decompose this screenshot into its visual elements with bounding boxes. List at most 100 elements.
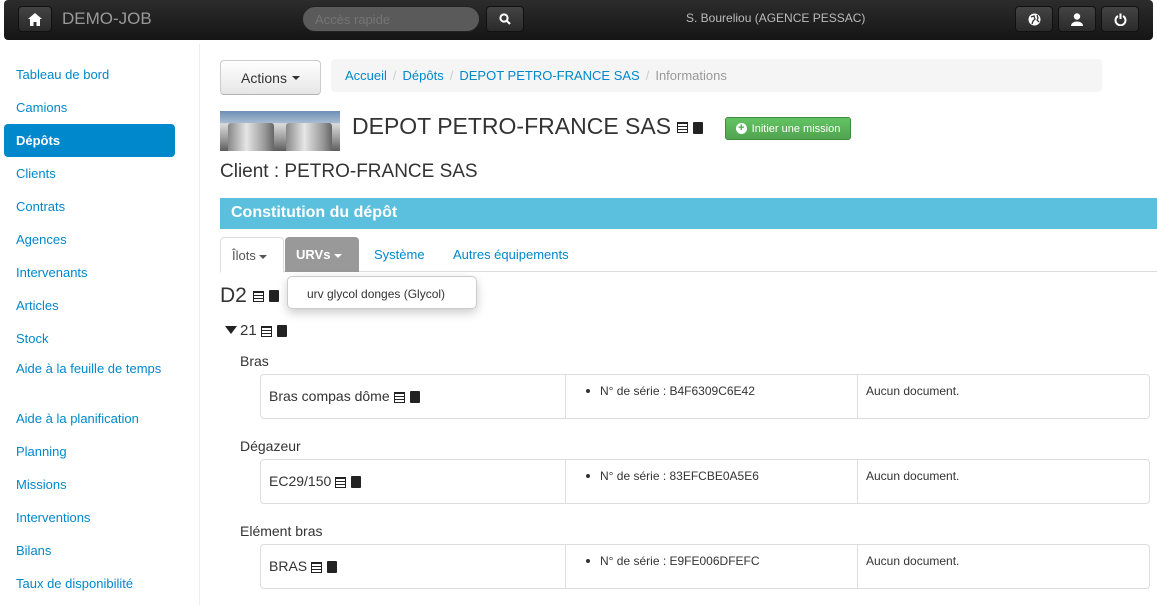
urv-dropdown-item[interactable]: urv glycol donges (Glycol) <box>307 287 457 301</box>
sidebar-item-missions[interactable]: Missions <box>4 468 175 501</box>
sidebar-item-bilans[interactable]: Bilans <box>4 534 175 567</box>
serial-cell: N° de série : E9FE006DFEFC <box>565 545 857 588</box>
sidebar-item-clients[interactable]: Clients <box>4 157 175 190</box>
breadcrumb-depots[interactable]: Dépôts <box>403 68 444 83</box>
sidebar-item-depots[interactable]: Dépôts <box>4 124 175 157</box>
breadcrumb-current: Informations <box>655 68 727 83</box>
sidebar-item-articles[interactable]: Articles <box>4 289 175 322</box>
book-icon[interactable] <box>327 561 338 574</box>
equipment-row: EC29/150 N° de série : 83EFCBE0A5E6 Aucu… <box>260 459 1150 504</box>
equipment-row: Bras compas dôme N° de série : B4F6309C6… <box>260 374 1150 419</box>
film-icon[interactable] <box>335 476 347 488</box>
book-icon[interactable] <box>276 325 287 338</box>
sidebar-item-aide-planification[interactable]: Aide à la planification <box>4 402 175 435</box>
serial-number: N° de série : E9FE006DFEFC <box>600 554 760 568</box>
equipment-name-cell: BRAS <box>261 545 565 588</box>
film-icon[interactable] <box>311 561 323 573</box>
globe-icon <box>1028 13 1040 25</box>
caret-down-icon <box>334 253 343 258</box>
equipment-name: Bras compas dôme <box>269 388 390 404</box>
breadcrumb-accueil[interactable]: Accueil <box>345 68 387 83</box>
quick-access-input[interactable] <box>302 6 480 32</box>
initiate-mission-button[interactable]: + Initier une mission <box>725 117 851 140</box>
ilot-heading: D2 <box>220 284 279 308</box>
sub-ilot-name: 21 <box>240 322 257 339</box>
sub-ilot-heading: 21 <box>225 322 287 339</box>
current-user: S. Boureliou (AGENCE PESSAC) <box>686 11 866 25</box>
group-label: Elément bras <box>240 523 323 539</box>
film-icon[interactable] <box>260 325 272 337</box>
serial-cell: N° de série : 83EFCBE0A5E6 <box>565 460 857 503</box>
actions-dropdown-button[interactable]: Actions <box>220 60 321 95</box>
tab-systeme[interactable]: Système <box>363 237 436 272</box>
app-brand[interactable]: DEMO-JOB <box>62 9 152 29</box>
equipment-name-cell: Bras compas dôme <box>261 375 565 418</box>
sidebar-item-planning[interactable]: Planning <box>4 435 175 468</box>
actions-label: Actions <box>241 69 287 86</box>
tab-ilots-label: Îlots <box>232 248 256 263</box>
sidebar-item-aide-feuille-temps[interactable]: Aide à la feuille de temps <box>4 355 175 402</box>
top-navbar: DEMO-JOB S. Boureliou (AGENCE PESSAC) <box>4 0 1153 40</box>
group-label: Dégazeur <box>240 438 301 454</box>
section-header: Constitution du dépôt <box>220 198 1157 229</box>
sidebar-item-agences[interactable]: Agences <box>4 223 175 256</box>
ilot-name: D2 <box>220 284 247 307</box>
serial-cell: N° de série : B4F6309C6E42 <box>565 375 857 418</box>
equipment-name: BRAS <box>269 558 308 574</box>
depot-title-text: DEPOT PETRO-FRANCE SAS <box>352 113 672 139</box>
user-icon <box>1071 12 1083 26</box>
tab-urvs[interactable]: URVs <box>285 237 359 272</box>
profile-button[interactable] <box>1058 6 1096 32</box>
sidebar-item-tableau-de-bord[interactable]: Tableau de bord <box>4 58 175 91</box>
sidebar-item-camions[interactable]: Camions <box>4 91 175 124</box>
equipment-name: EC29/150 <box>269 473 332 489</box>
tab-ilots[interactable]: Îlots <box>220 237 284 273</box>
book-icon[interactable] <box>268 290 279 303</box>
documents-cell: Aucun document. <box>857 545 1149 588</box>
book-icon[interactable] <box>409 391 420 404</box>
tab-autres-equipements[interactable]: Autres équipements <box>442 237 580 272</box>
equipment-row: BRAS N° de série : E9FE006DFEFC Aucun do… <box>260 544 1150 589</box>
breadcrumb: Accueil / Dépôts / DEPOT PETRO-FRANCE SAS / In… <box>331 59 1102 92</box>
breadcrumb-separator: / <box>645 68 650 83</box>
serial-number: N° de série : B4F6309C6E42 <box>600 384 755 398</box>
page-title: DEPOT PETRO-FRANCE SAS <box>352 113 704 140</box>
sidebar-item-intervenants[interactable]: Intervenants <box>4 256 175 289</box>
sidebar-divider <box>199 44 200 605</box>
logout-button[interactable] <box>1101 6 1139 32</box>
documents-cell: Aucun document. <box>857 375 1149 418</box>
caret-down-icon <box>291 75 300 80</box>
urv-dropdown-menu: urv glycol donges (Glycol) <box>287 276 477 309</box>
depot-photo <box>220 111 340 151</box>
initiate-mission-label: Initier une mission <box>751 122 841 135</box>
breadcrumb-separator: / <box>392 68 397 83</box>
search-icon <box>499 13 511 25</box>
sidebar-item-contrats[interactable]: Contrats <box>4 190 175 223</box>
collapse-triangle-icon[interactable] <box>225 326 237 334</box>
equipment-tabs: Îlots URVs Système Autres équipements <box>220 237 1157 273</box>
documents-cell: Aucun document. <box>857 460 1149 503</box>
breadcrumb-depot[interactable]: DEPOT PETRO-FRANCE SAS <box>459 68 639 83</box>
sidebar-item-stock[interactable]: Stock <box>4 322 175 355</box>
film-icon[interactable] <box>393 391 405 403</box>
sidebar-item-taux-disponibilite[interactable]: Taux de disponibilité <box>4 567 175 600</box>
book-icon[interactable] <box>693 121 704 134</box>
search-button[interactable] <box>486 6 524 32</box>
client-heading: Client : PETRO-FRANCE SAS <box>220 161 478 182</box>
book-icon[interactable] <box>351 476 362 489</box>
home-button[interactable] <box>18 6 52 32</box>
caret-down-icon <box>259 254 268 259</box>
tab-urvs-label: URVs <box>296 247 331 262</box>
sidebar-item-interventions[interactable]: Interventions <box>4 501 175 534</box>
home-icon <box>28 12 42 26</box>
film-icon[interactable] <box>252 290 264 302</box>
sidebar-nav: Tableau de bord Camions Dépôts Clients C… <box>4 58 175 600</box>
group-label: Bras <box>240 353 269 369</box>
serial-number: N° de série : 83EFCBE0A5E6 <box>600 469 759 483</box>
language-button[interactable] <box>1015 6 1053 32</box>
film-icon[interactable] <box>677 122 689 134</box>
breadcrumb-separator: / <box>449 68 454 83</box>
power-icon <box>1114 13 1126 26</box>
plus-circle-icon: + <box>735 123 747 134</box>
equipment-name-cell: EC29/150 <box>261 460 565 503</box>
